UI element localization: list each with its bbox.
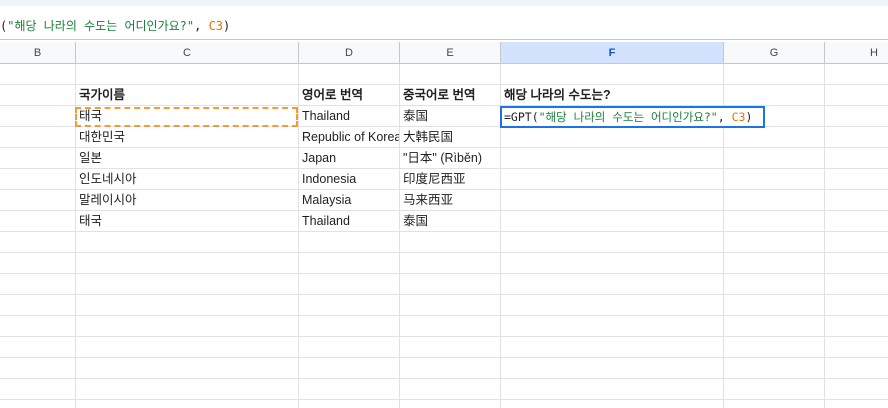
sheet-grid[interactable]: 국가이름 영어로 번역 중국어로 번역 해당 나라의 수도는? 태국 Thail… bbox=[0, 64, 888, 408]
formula-text[interactable]: ("해당 나라의 수도는 어디인가요?", C3) bbox=[0, 17, 230, 34]
column-header-e[interactable]: E bbox=[400, 42, 501, 63]
column-header-h[interactable]: H bbox=[825, 42, 888, 63]
cell-d6[interactable]: Indonesia bbox=[299, 169, 399, 189]
cell-c8[interactable]: 태국 bbox=[76, 211, 298, 231]
cell-d8[interactable]: Thailand bbox=[299, 211, 399, 231]
cell-c6[interactable]: 인도네시아 bbox=[76, 169, 298, 189]
cell-c7[interactable]: 말레이시아 bbox=[76, 190, 298, 210]
cell-d4[interactable]: Republic of Korea bbox=[299, 127, 399, 147]
cell-e5[interactable]: "日本" (Rìběn) bbox=[400, 148, 500, 168]
cell-c4[interactable]: 대한민국 bbox=[76, 127, 298, 147]
cell-d7[interactable]: Malaysia bbox=[299, 190, 399, 210]
cell-c2[interactable]: 국가이름 bbox=[76, 85, 298, 105]
column-headers: B C D E F G H bbox=[0, 42, 888, 64]
column-header-b[interactable]: B bbox=[0, 42, 76, 63]
cell-d5[interactable]: Japan bbox=[299, 148, 399, 168]
column-header-f[interactable]: F bbox=[501, 42, 724, 63]
active-cell-editor[interactable]: =GPT("해당 나라의 수도는 어디인가요?", C3) bbox=[500, 106, 765, 128]
cell-e7[interactable]: 马来西亚 bbox=[400, 190, 500, 210]
referenced-cell-highlight bbox=[75, 107, 298, 127]
cell-e8[interactable]: 泰国 bbox=[400, 211, 500, 231]
cell-d3[interactable]: Thailand bbox=[299, 106, 399, 126]
column-header-c[interactable]: C bbox=[76, 42, 299, 63]
cell-d2[interactable]: 영어로 번역 bbox=[299, 85, 399, 105]
cell-e3[interactable]: 泰国 bbox=[400, 106, 500, 126]
column-header-g[interactable]: G bbox=[724, 42, 825, 63]
cell-e6[interactable]: 印度尼西亚 bbox=[400, 169, 500, 189]
cell-e2[interactable]: 중국어로 번역 bbox=[400, 85, 500, 105]
column-header-d[interactable]: D bbox=[299, 42, 400, 63]
cell-c5[interactable]: 일본 bbox=[76, 148, 298, 168]
cell-e4[interactable]: 大韩民国 bbox=[400, 127, 500, 147]
cell-f2[interactable]: 해당 나라의 수도는? bbox=[501, 85, 723, 105]
formula-bar[interactable]: ("해당 나라의 수도는 어디인가요?", C3) bbox=[0, 6, 888, 40]
